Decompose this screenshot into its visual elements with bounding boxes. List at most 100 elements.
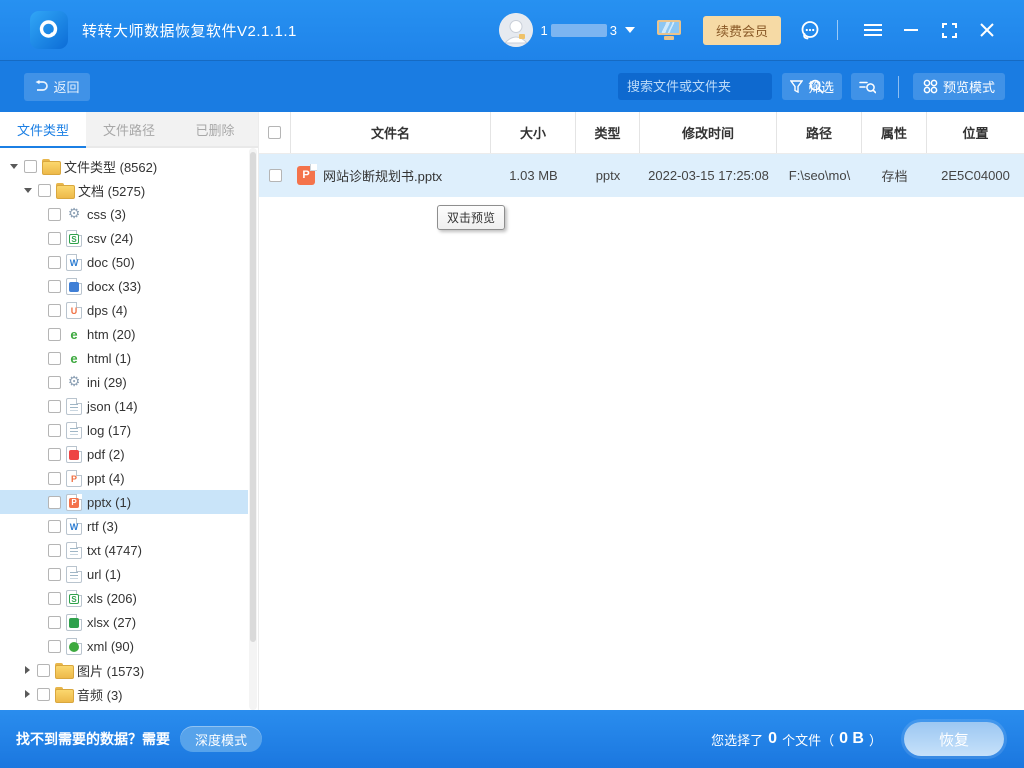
- tree-checkbox[interactable]: [48, 208, 61, 221]
- username[interactable]: 1 3: [541, 23, 617, 38]
- tree-item-htm[interactable]: htm (20): [0, 322, 248, 346]
- tree-item-doc[interactable]: Wdoc (50): [0, 250, 248, 274]
- column-header-attr[interactable]: 属性: [862, 112, 927, 153]
- tree-checkbox[interactable]: [48, 472, 61, 485]
- renew-membership-button[interactable]: 续费会员: [703, 16, 781, 45]
- menu-button[interactable]: [854, 14, 892, 46]
- tree-checkbox[interactable]: [48, 232, 61, 245]
- tree-item-xls[interactable]: Sxls (206): [0, 586, 248, 610]
- tree-expander-icon[interactable]: [25, 690, 30, 698]
- tree-expander-icon[interactable]: [10, 164, 18, 169]
- user-dropdown-caret-icon[interactable]: [625, 27, 635, 33]
- tree-checkbox[interactable]: [48, 352, 61, 365]
- maximize-button[interactable]: [930, 14, 968, 46]
- column-header-modified[interactable]: 修改时间: [640, 112, 777, 153]
- tree-checkbox[interactable]: [48, 496, 61, 509]
- tree-item-label: dps (4): [87, 303, 127, 318]
- tree-checkbox[interactable]: [48, 376, 61, 389]
- tree-checkbox[interactable]: [48, 328, 61, 341]
- username-prefix: 1: [541, 23, 548, 38]
- app-logo-icon: [30, 11, 68, 49]
- tree-checkbox[interactable]: [48, 520, 61, 533]
- file-modified: 2022-03-15 17:25:08: [640, 168, 777, 183]
- device-monitor-icon[interactable]: [657, 20, 681, 40]
- tree-expander-icon[interactable]: [24, 188, 32, 193]
- tree-item-ini[interactable]: ini (29): [0, 370, 248, 394]
- tree-checkbox[interactable]: [48, 592, 61, 605]
- tree-checkbox[interactable]: [48, 400, 61, 413]
- close-button[interactable]: [968, 14, 1006, 46]
- tree-item-docx[interactable]: docx (33): [0, 274, 248, 298]
- tree-item-xml[interactable]: xml (90): [0, 634, 248, 658]
- tree-checkbox[interactable]: [48, 616, 61, 629]
- tree-item-ppt[interactable]: Pppt (4): [0, 466, 248, 490]
- tree-item-dps[interactable]: Udps (4): [0, 298, 248, 322]
- green-s-icon: S: [66, 590, 82, 607]
- tab-deleted[interactable]: 已删除: [172, 112, 258, 148]
- column-header-location[interactable]: 位置: [927, 112, 1024, 153]
- filter-button[interactable]: 筛选: [782, 73, 842, 100]
- green-s-icon: S: [66, 230, 82, 247]
- tree-checkbox[interactable]: [48, 280, 61, 293]
- tree-item-css[interactable]: css (3): [0, 202, 248, 226]
- recover-button[interactable]: 恢复: [904, 722, 1004, 756]
- tree-checkbox[interactable]: [48, 640, 61, 653]
- tree-item-pdf[interactable]: pdf (2): [0, 442, 248, 466]
- tree-item-csv[interactable]: Scsv (24): [0, 226, 248, 250]
- tree-item-json[interactable]: json (14): [0, 394, 248, 418]
- toolbar-divider: [898, 76, 899, 98]
- tree-item-log[interactable]: log (17): [0, 418, 248, 442]
- column-header-path[interactable]: 路径: [777, 112, 862, 153]
- deep-mode-button[interactable]: 深度模式: [180, 726, 262, 752]
- orange-u-icon: U: [66, 302, 82, 319]
- customer-service-icon[interactable]: [799, 19, 821, 41]
- user-avatar[interactable]: [499, 13, 533, 47]
- titlebar-divider: [837, 20, 838, 40]
- tree-item-label: 音频 (3): [77, 685, 123, 704]
- minimize-button[interactable]: [892, 14, 930, 46]
- tab-file-type[interactable]: 文件类型: [0, 112, 86, 148]
- tree-item-file-type-root[interactable]: 文件类型 (8562): [0, 154, 248, 178]
- table-row[interactable]: 网站诊断规划书.pptx 1.03 MB pptx 2022-03-15 17:…: [259, 154, 1024, 197]
- back-button[interactable]: 返回: [24, 73, 90, 101]
- tree-checkbox[interactable]: [37, 664, 50, 677]
- tree-checkbox[interactable]: [48, 568, 61, 581]
- tree-item-audio[interactable]: 音频 (3): [0, 682, 248, 706]
- preview-mode-button[interactable]: 预览模式: [913, 73, 1005, 100]
- tab-file-path[interactable]: 文件路径: [86, 112, 172, 148]
- tree-item-pptx[interactable]: Ppptx (1): [0, 490, 248, 514]
- tree-checkbox[interactable]: [37, 688, 50, 701]
- tree-expander-icon[interactable]: [25, 666, 30, 674]
- tree-item-url[interactable]: url (1): [0, 562, 248, 586]
- tree-checkbox[interactable]: [48, 544, 61, 557]
- tree-item-xlsx[interactable]: xlsx (27): [0, 610, 248, 634]
- html-icon: [66, 350, 82, 367]
- tree-checkbox[interactable]: [48, 448, 61, 461]
- tree-checkbox[interactable]: [48, 304, 61, 317]
- tree-item-images[interactable]: 图片 (1573): [0, 658, 248, 682]
- back-button-label: 返回: [53, 77, 79, 96]
- selection-prefix: 您选择了: [711, 730, 763, 749]
- filter-search-button[interactable]: [851, 73, 884, 100]
- tree-item-rtf[interactable]: Wrtf (3): [0, 514, 248, 538]
- sidebar: 文件类型 文件路径 已删除 文件类型 (8562)文档 (5275)css (3…: [0, 112, 258, 710]
- footer-bar: 找不到需要的数据？需要 深度模式 您选择了 0 个文件（ 0 B ） 恢复: [0, 710, 1024, 768]
- folder-icon: [55, 686, 72, 702]
- column-header-name[interactable]: 文件名: [291, 112, 491, 153]
- search-input[interactable]: [618, 79, 807, 94]
- tree-item-documents[interactable]: 文档 (5275): [0, 178, 248, 202]
- tree-checkbox[interactable]: [48, 256, 61, 269]
- row-name-cell[interactable]: 网站诊断规划书.pptx: [291, 166, 491, 185]
- selection-middle: 个文件（: [782, 730, 834, 749]
- tree-checkbox[interactable]: [38, 184, 51, 197]
- sidebar-scrollbar[interactable]: [249, 148, 257, 710]
- tree-checkbox[interactable]: [48, 424, 61, 437]
- row-checkbox[interactable]: [269, 169, 282, 182]
- sidebar-scrollbar-thumb[interactable]: [250, 152, 256, 642]
- tree-item-txt[interactable]: txt (4747): [0, 538, 248, 562]
- column-header-size[interactable]: 大小: [491, 112, 576, 153]
- select-all-checkbox[interactable]: [268, 126, 281, 139]
- tree-item-html[interactable]: html (1): [0, 346, 248, 370]
- column-header-type[interactable]: 类型: [576, 112, 640, 153]
- tree-checkbox[interactable]: [24, 160, 37, 173]
